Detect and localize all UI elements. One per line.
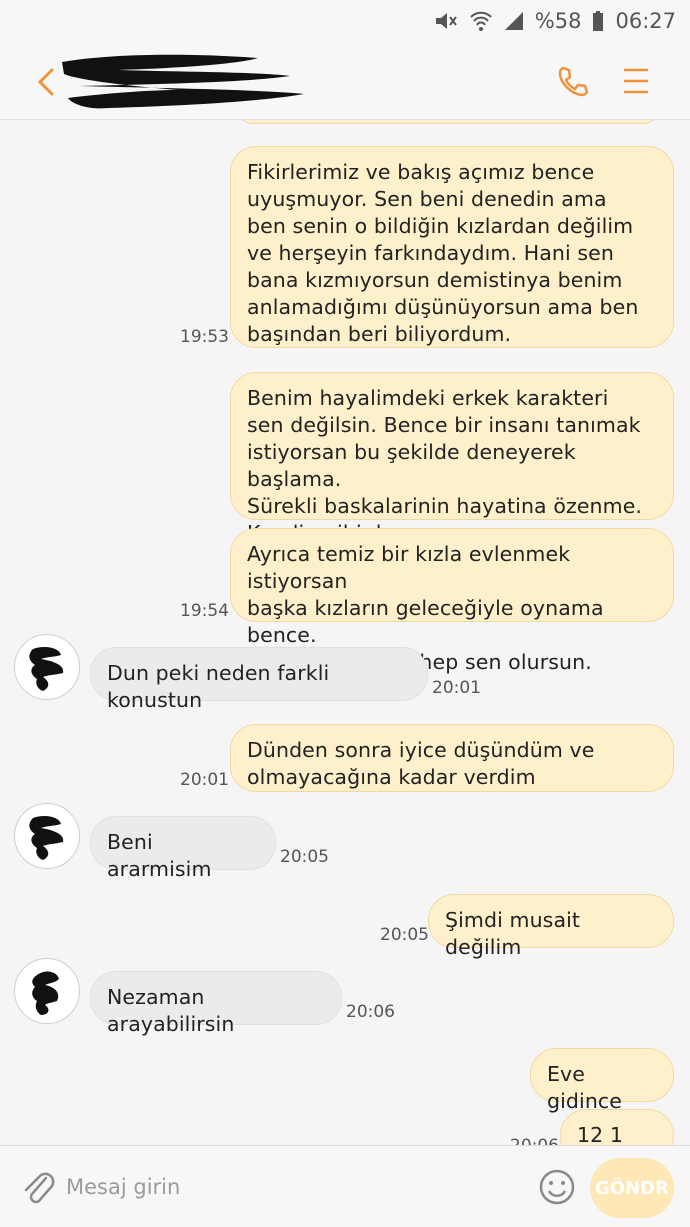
message-line: anlamadığımı düşünüyorsun ama ben: [247, 295, 639, 319]
message-bubble-outgoing: Eve gidince: [530, 1048, 674, 1113]
message-line: Nezaman arayabilirsin: [107, 985, 235, 1036]
wifi-icon: [469, 10, 493, 32]
menu-icon[interactable]: [622, 66, 650, 96]
message-bubble-outgoing: Fikirlerimiz ve bakış açımız bence uyuşm…: [230, 146, 674, 348]
message-line: ben senin o bildiğin kızlardan değilim: [247, 214, 634, 238]
message-bubble-outgoing: Şimdi musait değilim: [428, 894, 674, 959]
message-bubble-outgoing: 12 1 gibi: [560, 1109, 674, 1145]
message-line: Beni ararmisim: [107, 830, 212, 881]
message-time: 19:54: [180, 601, 229, 621]
paperclip-icon[interactable]: [20, 1168, 56, 1206]
clock: 06:27: [615, 9, 676, 33]
message-list[interactable]: Fikirlerimiz ve bakış açımız bence uyuşm…: [0, 120, 690, 1145]
message-time: 20:01: [432, 678, 481, 698]
signal-icon: [503, 10, 525, 32]
message-line: bana kızmıyorsun demistinya benim: [247, 268, 623, 292]
message-bubble-outgoing: Dünden sonra iyice düşündüm ve olmayacağ…: [230, 724, 674, 792]
message-line: Ayrıca temiz bir kızla evlenmek istiyors…: [247, 542, 571, 593]
message-line: Eve gidince: [547, 1062, 622, 1113]
message-time: 20:01: [180, 770, 229, 790]
message-time: 20:06: [510, 1136, 559, 1145]
message-line: Sürekli baskalarinin hayatina özenme.: [247, 494, 643, 518]
back-chevron-icon[interactable]: [34, 64, 60, 100]
message-bubble-partial: [236, 120, 660, 124]
message-line: Fikirlerimiz ve bakış açımız bence: [247, 160, 595, 184]
message-line: Şimdi musait değilim: [445, 908, 581, 959]
send-button[interactable]: GÖNDR: [590, 1158, 674, 1218]
battery-percent: %58: [534, 9, 582, 33]
message-line: sen değilsin. Bence bir insanı tanımak: [247, 413, 641, 437]
message-line: uyuşmuyor. Sen beni denedin ama: [247, 187, 607, 211]
contact-avatar[interactable]: [14, 634, 80, 700]
contact-name-redacted[interactable]: [58, 50, 308, 114]
mute-icon: [433, 10, 459, 32]
battery-icon: [591, 10, 605, 32]
message-bubble-incoming: Nezaman arayabilirsin: [90, 971, 342, 1036]
message-bubble-outgoing: Ayrıca temiz bir kızla evlenmek istiyors…: [230, 528, 674, 674]
contact-avatar[interactable]: [14, 803, 80, 869]
contact-avatar[interactable]: [14, 958, 80, 1024]
message-line: Dünden sonra iyice düşündüm ve: [247, 738, 595, 762]
message-line: ve herşeyin farkındaydım. Hani sen: [247, 241, 614, 265]
chat-header: [0, 42, 690, 120]
message-time: 20:05: [280, 847, 329, 867]
message-bubble-incoming: Beni ararmisim: [90, 816, 276, 881]
message-line: istiyorsan bu şekilde deneyerek başlama.: [247, 440, 576, 491]
message-line: 12 1 gibi: [577, 1123, 624, 1145]
message-bubble-outgoing: Benim hayalimdeki erkek karakteri sen de…: [230, 372, 674, 545]
message-time: 20:05: [380, 925, 429, 945]
message-time: 19:53: [180, 327, 229, 347]
message-line: Benim hayalimdeki erkek karakteri: [247, 386, 609, 410]
message-line: başka kızların geleceğiyle oynama bence.: [247, 596, 604, 647]
message-time: 20:06: [346, 1002, 395, 1022]
message-line: başından beri biliyordum.: [247, 322, 512, 346]
message-composer: GÖNDR: [0, 1145, 690, 1227]
status-bar: %58 06:27: [0, 0, 690, 42]
phone-icon[interactable]: [556, 64, 590, 98]
message-line: olmayacağına kadar verdim: [247, 765, 536, 789]
message-line: Dun peki neden farkli konustun: [107, 661, 330, 712]
message-input[interactable]: [66, 1166, 506, 1208]
message-bubble-incoming: Dun peki neden farkli konustun: [90, 647, 428, 712]
smiley-icon[interactable]: [538, 1168, 576, 1206]
